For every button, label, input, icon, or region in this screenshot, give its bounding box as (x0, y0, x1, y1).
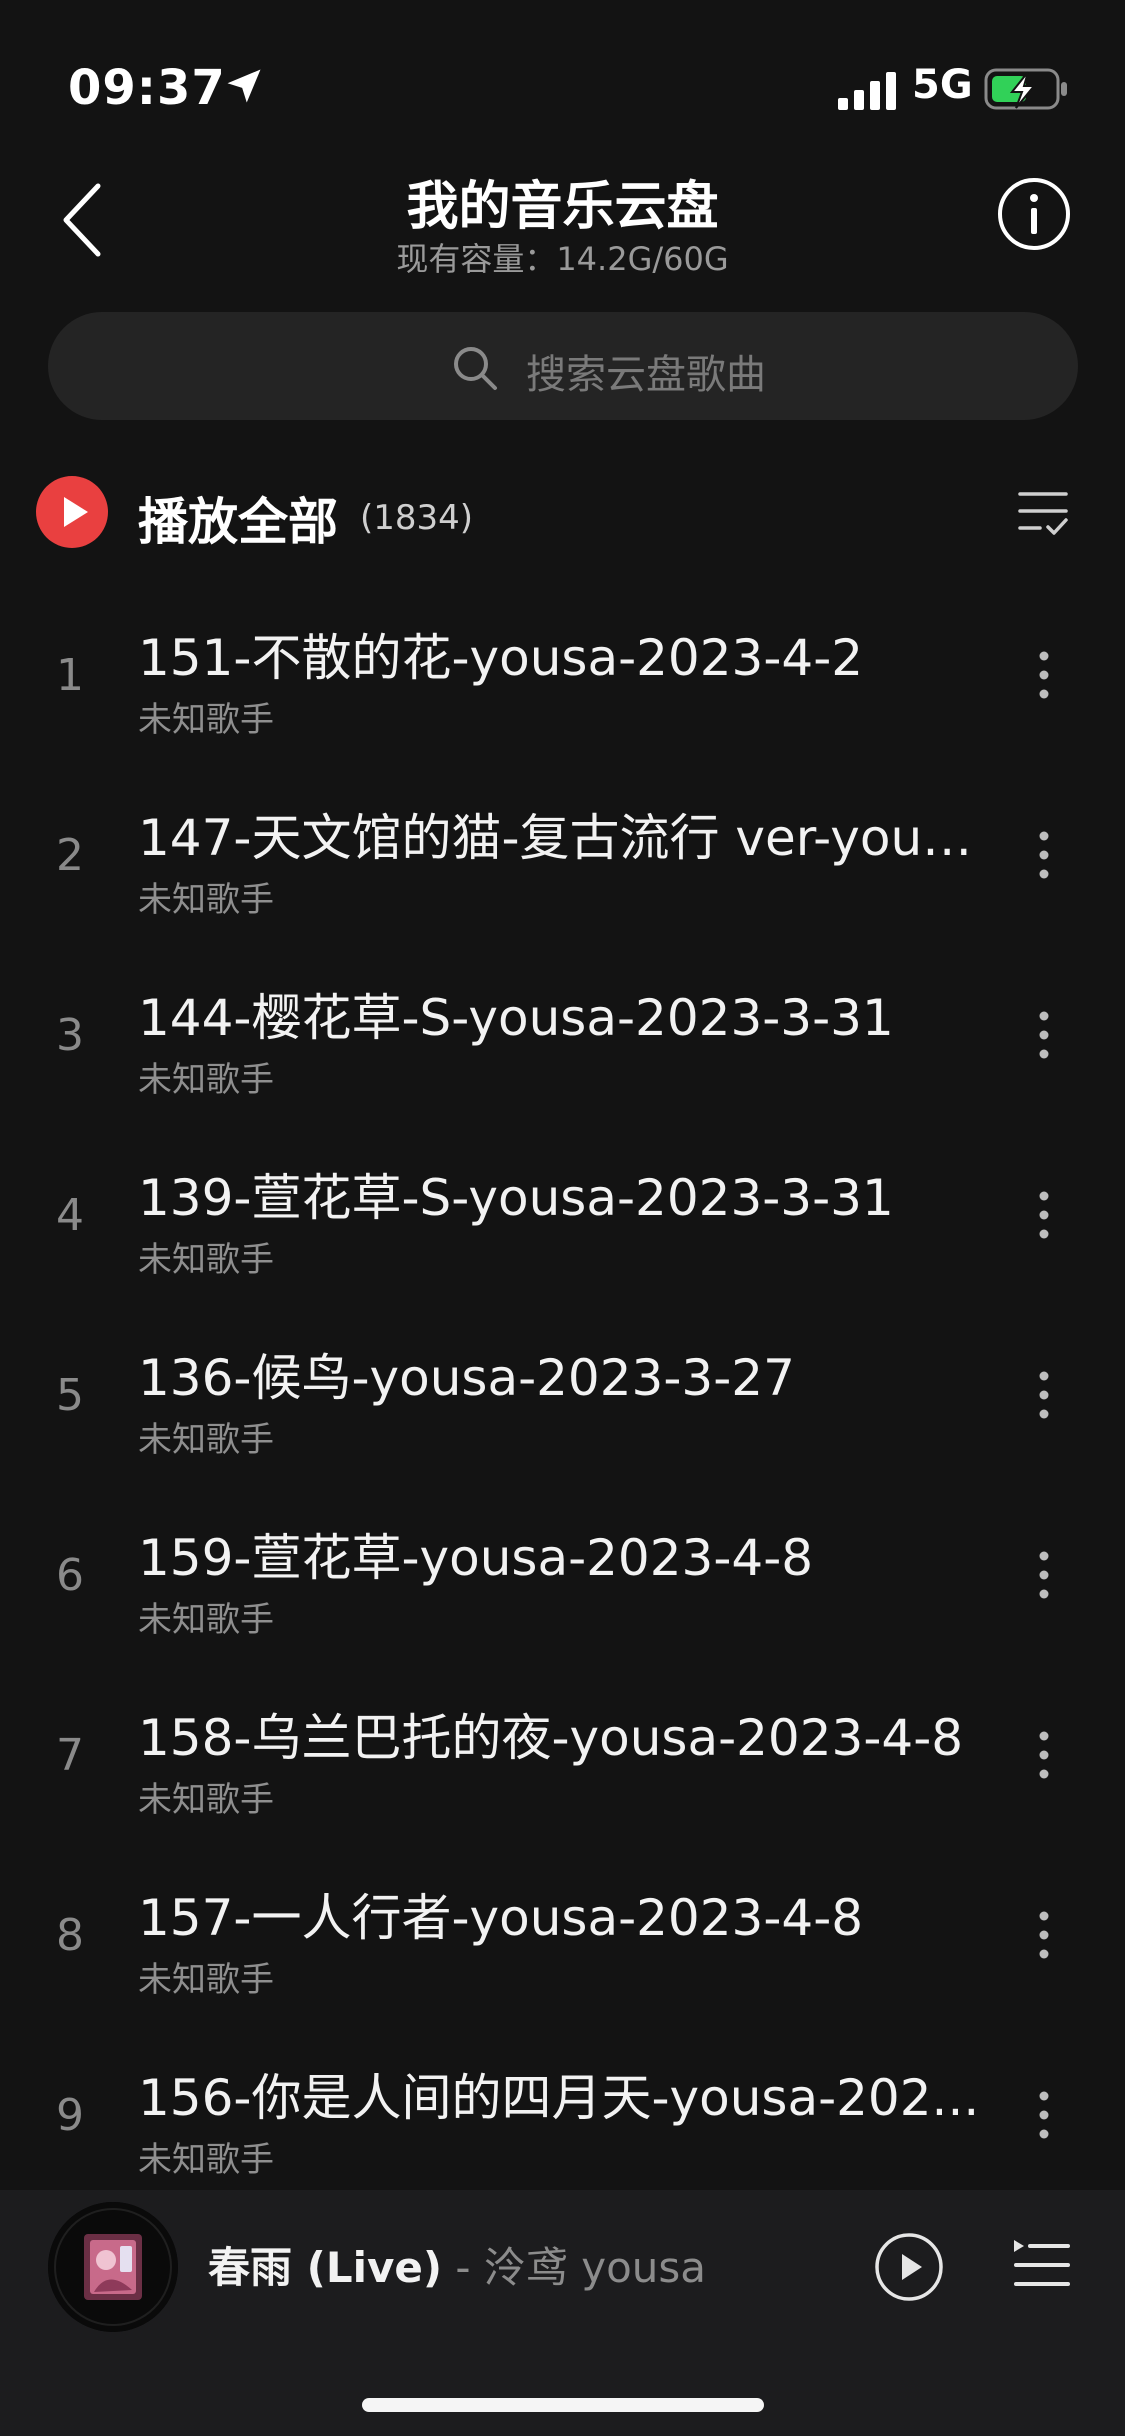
song-artist: 未知歌手 (138, 1060, 274, 1100)
album-art[interactable] (48, 2202, 178, 2332)
now-playing-text[interactable]: 春雨 (Live) - 泠鸢 yousa (208, 2234, 706, 2295)
song-artist: 未知歌手 (138, 1780, 274, 1820)
more-options-icon[interactable] (1026, 1368, 1062, 1422)
song-artist: 未知歌手 (138, 2140, 274, 2180)
song-title: 158-乌兰巴托的夜-yousa-2023-4-8 (138, 1709, 964, 1767)
song-title: 139-萱花草-S-yousa-2023-3-31 (138, 1169, 894, 1227)
song-title: 144-樱花草-S-yousa-2023-3-31 (138, 989, 894, 1047)
song-row[interactable]: 8 157-一人行者-yousa-2023-4-8 未知歌手 (0, 1860, 1125, 2040)
play-all-label: 播放全部 (138, 493, 338, 551)
song-index: 5 (56, 1370, 84, 1421)
play-all-icon[interactable] (36, 476, 108, 548)
cellular-signal-icon (838, 72, 896, 110)
more-options-icon[interactable] (1026, 1728, 1062, 1782)
more-options-icon[interactable] (1026, 2088, 1062, 2142)
song-index: 4 (56, 1190, 84, 1241)
play-icon[interactable] (874, 2232, 944, 2302)
song-title: 156-你是人间的四月天-yousa-202... (138, 2069, 980, 2127)
song-index: 9 (56, 2090, 84, 2141)
more-options-icon[interactable] (1026, 1548, 1062, 1602)
now-playing-title: 春雨 (Live) (208, 2243, 443, 2292)
song-count: (1834) (360, 498, 474, 538)
more-options-icon[interactable] (1026, 828, 1062, 882)
network-type: 5G (912, 62, 973, 108)
more-options-icon[interactable] (1026, 1908, 1062, 1962)
song-row[interactable]: 5 136-候鸟-yousa-2023-3-27 未知歌手 (0, 1320, 1125, 1500)
search-bar[interactable]: 搜索云盘歌曲 (48, 312, 1078, 420)
song-title: 151-不散的花-yousa-2023-4-2 (138, 629, 864, 687)
song-index: 1 (56, 650, 84, 701)
more-options-icon[interactable] (1026, 1188, 1062, 1242)
song-artist: 未知歌手 (138, 1420, 274, 1460)
search-placeholder: 搜索云盘歌曲 (526, 352, 766, 398)
song-artist: 未知歌手 (138, 1600, 274, 1640)
song-index: 6 (56, 1550, 84, 1601)
status-time: 09:37 (68, 60, 226, 116)
now-playing-separator: - (442, 2243, 484, 2292)
song-artist: 未知歌手 (138, 700, 274, 740)
song-title: 147-天文馆的猫-复古流行 ver-yous... (138, 809, 980, 867)
song-index: 3 (56, 1010, 84, 1061)
song-row[interactable]: 4 139-萱花草-S-yousa-2023-3-31 未知歌手 (0, 1140, 1125, 1320)
playlist-queue-icon[interactable] (1012, 2236, 1070, 2294)
song-index: 7 (56, 1730, 84, 1781)
info-icon[interactable] (996, 176, 1072, 252)
song-row[interactable]: 2 147-天文馆的猫-复古流行 ver-yous... 未知歌手 (0, 780, 1125, 960)
song-index: 2 (56, 830, 84, 881)
search-icon (454, 347, 497, 390)
song-row[interactable]: 7 158-乌兰巴托的夜-yousa-2023-4-8 未知歌手 (0, 1680, 1125, 1860)
more-options-icon[interactable] (1026, 648, 1062, 702)
song-row[interactable]: 1 151-不散的花-yousa-2023-4-2 未知歌手 (0, 600, 1125, 780)
song-index: 8 (56, 1910, 84, 1961)
status-bar: 09:37 5G (0, 0, 1125, 160)
location-arrow-icon (227, 69, 261, 103)
storage-capacity: 现有容量：14.2G/60G (396, 240, 729, 278)
song-title: 157-一人行者-yousa-2023-4-8 (138, 1889, 864, 1947)
song-title: 136-候鸟-yousa-2023-3-27 (138, 1349, 795, 1407)
song-row[interactable]: 3 144-樱花草-S-yousa-2023-3-31 未知歌手 (0, 960, 1125, 1140)
song-title: 159-萱花草-yousa-2023-4-8 (138, 1529, 814, 1587)
mini-player[interactable]: 春雨 (Live) - 泠鸢 yousa (0, 2190, 1125, 2436)
song-artist: 未知歌手 (138, 880, 274, 920)
more-options-icon[interactable] (1026, 1008, 1062, 1062)
song-row[interactable]: 6 159-萱花草-yousa-2023-4-8 未知歌手 (0, 1500, 1125, 1680)
play-all-row[interactable]: 播放全部 (1834) (0, 462, 1125, 562)
song-artist: 未知歌手 (138, 1240, 274, 1280)
now-playing-artist: 泠鸢 yousa (483, 2243, 707, 2292)
page-title: 我的音乐云盘 (406, 177, 719, 237)
home-indicator (362, 2398, 764, 2412)
song-artist: 未知歌手 (138, 1960, 274, 2000)
battery-charging-icon (984, 68, 1067, 110)
multi-select-icon[interactable] (1016, 484, 1070, 538)
header: 我的音乐云盘 现有容量：14.2G/60G (0, 160, 1125, 290)
